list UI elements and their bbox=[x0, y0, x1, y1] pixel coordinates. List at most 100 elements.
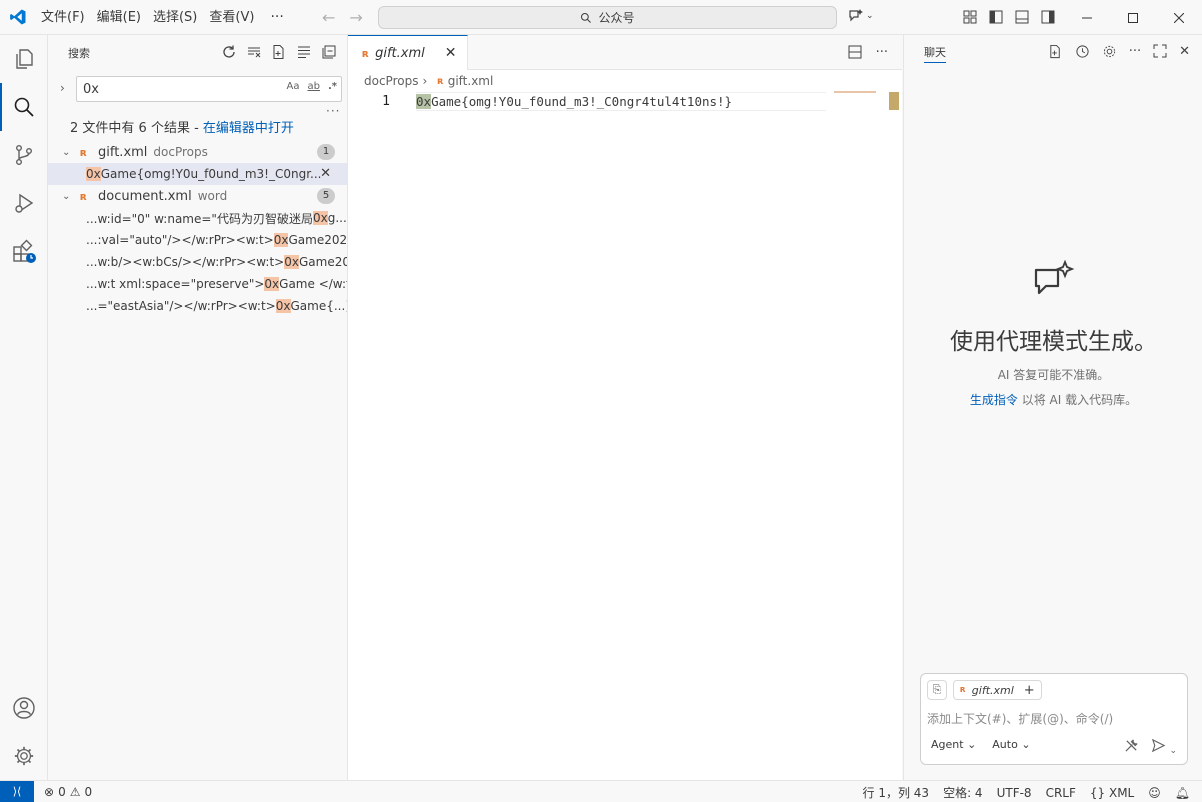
mode-picker[interactable]: Agent ⌄ bbox=[931, 738, 976, 751]
breadcrumb-file[interactable]: gift.xml bbox=[448, 74, 494, 88]
toggle-panel-icon[interactable] bbox=[1014, 9, 1030, 25]
command-center[interactable]: 公众号 bbox=[378, 6, 837, 29]
new-search-editor-icon[interactable] bbox=[271, 44, 287, 60]
back-arrow-icon[interactable]: ← bbox=[322, 8, 335, 27]
encoding[interactable]: UTF-8 bbox=[997, 786, 1032, 800]
match-prefix: ...w:b/><w:bCs/></w:rPr><w:t> bbox=[86, 255, 285, 269]
editor-area: ʀ gift.xml ✕ ··· docProps › ʀ gift.xml 1… bbox=[348, 35, 902, 780]
toggle-primary-sidebar-icon[interactable] bbox=[988, 9, 1004, 25]
toggle-replace-chevron-icon[interactable]: › bbox=[60, 81, 65, 95]
menu-selection[interactable]: 选择(S) bbox=[147, 0, 203, 35]
scrollbar-marker[interactable] bbox=[889, 92, 899, 110]
tab-label: gift.xml bbox=[375, 45, 425, 61]
more-actions-icon[interactable]: ··· bbox=[876, 45, 888, 60]
context-chip[interactable]: ʀ gift.xml + bbox=[953, 680, 1042, 700]
result-file-gift[interactable]: ⌄ ʀ gift.xml docProps 1 bbox=[48, 141, 347, 163]
menu-edit[interactable]: 编辑(E) bbox=[91, 0, 147, 35]
match-case-toggle[interactable]: Aa bbox=[287, 81, 300, 92]
forward-arrow-icon[interactable]: → bbox=[349, 8, 362, 27]
editor-tab[interactable]: ʀ gift.xml ✕ bbox=[348, 35, 468, 70]
generate-instructions-link[interactable]: 生成指令 bbox=[970, 393, 1018, 407]
match-suffix: Game{...}<... bbox=[290, 299, 348, 313]
send-button[interactable]: ⌄ bbox=[1151, 738, 1177, 756]
match-highlight: 0x bbox=[312, 211, 328, 225]
rss-xml-file-icon: ʀ bbox=[80, 189, 88, 203]
menu-file[interactable]: 文件(F) bbox=[35, 0, 91, 35]
open-in-editor-link[interactable]: 在编辑器中打开 bbox=[203, 121, 294, 136]
explorer-icon[interactable] bbox=[0, 35, 48, 83]
menu-more-button[interactable]: ··· bbox=[260, 9, 293, 25]
result-match[interactable]: 0x Game{omg!Y0u_f0und_m3!_C0ngr... ✕ bbox=[48, 163, 347, 185]
more-actions-icon[interactable]: ··· bbox=[1129, 44, 1141, 59]
split-editor-icon[interactable] bbox=[848, 45, 862, 59]
chat-panel: 聊天 ··· ✕ 使用代理模式生成。 AI 答复可能不准确。 生成指令 以将 A… bbox=[903, 35, 1202, 780]
chat-settings-gear-icon[interactable] bbox=[1102, 44, 1117, 59]
clear-results-icon[interactable] bbox=[246, 44, 262, 60]
result-match[interactable]: ...w:b/><w:bCs/></w:rPr><w:t>0xGame20... bbox=[48, 251, 347, 273]
rss-xml-file-icon: ʀ bbox=[437, 75, 444, 87]
minimap[interactable] bbox=[834, 91, 876, 93]
search-input[interactable] bbox=[77, 77, 267, 101]
close-tab-icon[interactable]: ✕ bbox=[445, 45, 457, 61]
close-panel-icon[interactable]: ✕ bbox=[1179, 44, 1190, 59]
history-icon[interactable] bbox=[1075, 44, 1090, 59]
code-line[interactable]: 1 0xGame{omg!Y0u_f0und_m3!_C0ngr4tul4t10… bbox=[348, 92, 828, 111]
chat-heading: 使用代理模式生成。 bbox=[950, 329, 1157, 355]
refresh-icon[interactable] bbox=[221, 44, 237, 60]
view-as-tree-icon[interactable] bbox=[296, 44, 312, 60]
add-context-plus-icon[interactable]: + bbox=[1024, 683, 1035, 698]
cursor-position[interactable]: 行 1，列 43 bbox=[863, 784, 930, 801]
result-match[interactable]: ...w:id="0" w:name="代码为刃智破迷局 0x g... bbox=[48, 207, 347, 229]
customize-layout-icon[interactable] bbox=[962, 9, 978, 25]
attach-context-icon[interactable]: ⎘ bbox=[927, 680, 947, 700]
result-file-document[interactable]: ⌄ ʀ document.xml word 5 bbox=[48, 185, 347, 207]
collapse-all-icon[interactable] bbox=[321, 44, 337, 60]
menu-view[interactable]: 查看(V) bbox=[203, 0, 260, 35]
minimize-icon[interactable] bbox=[1064, 0, 1110, 35]
rss-xml-file-icon: ʀ bbox=[80, 145, 88, 159]
source-control-icon[interactable] bbox=[0, 131, 48, 179]
line-match-highlight: 0x bbox=[416, 94, 432, 109]
chat-title[interactable]: 聊天 bbox=[924, 44, 946, 63]
problems-indicator[interactable]: ⊗ 0 ⚠ 0 bbox=[44, 785, 92, 799]
search-view-icon[interactable] bbox=[0, 83, 48, 131]
line-content[interactable]: 0xGame{omg!Y0u_f0und_m3!_C0ngr4tul4t10ns… bbox=[416, 92, 826, 111]
model-picker[interactable]: Auto ⌄ bbox=[992, 738, 1030, 751]
notifications-bell-icon[interactable]: 🔔︎ bbox=[1175, 786, 1190, 800]
copilot-button[interactable]: ⌄ bbox=[848, 8, 874, 24]
close-window-icon[interactable] bbox=[1156, 0, 1202, 35]
breadcrumb-folder[interactable]: docProps bbox=[364, 74, 418, 88]
result-match[interactable]: ...:val="auto"/></w:rPr><w:t>0xGame2025.… bbox=[48, 229, 347, 251]
editor-tabs: ʀ gift.xml ✕ ··· bbox=[348, 35, 902, 70]
run-debug-icon[interactable] bbox=[0, 179, 48, 227]
indentation[interactable]: 空格: 4 bbox=[943, 784, 983, 801]
accounts-icon[interactable] bbox=[0, 684, 48, 732]
result-match[interactable]: ...="eastAsia"/></w:rPr><w:t>0xGame{...}… bbox=[48, 295, 347, 317]
match-whole-word-toggle[interactable]: ab bbox=[307, 81, 319, 92]
line-ending[interactable]: CRLF bbox=[1046, 786, 1076, 800]
tools-icon[interactable] bbox=[1124, 738, 1139, 753]
chat-input[interactable]: 添加上下文(#)、扩展(@)、命令(/) bbox=[927, 710, 1113, 727]
remote-indicator-icon[interactable]: ⟩⟨ bbox=[0, 780, 34, 802]
chevron-down-icon: ⌄ bbox=[866, 11, 874, 21]
result-match[interactable]: ...w:t xml:space="preserve"> 0x Game </w:… bbox=[48, 273, 347, 295]
result-count-badge: 1 bbox=[317, 144, 335, 160]
toggle-search-details-icon[interactable]: ··· bbox=[326, 104, 340, 118]
rss-xml-file-icon: ʀ bbox=[362, 46, 370, 60]
match-suffix: Game </w:t... bbox=[279, 277, 347, 291]
settings-gear-icon[interactable] bbox=[0, 732, 48, 780]
dismiss-result-icon[interactable]: ✕ bbox=[320, 166, 331, 181]
new-chat-icon[interactable] bbox=[1048, 44, 1063, 59]
use-regex-toggle[interactable]: .* bbox=[328, 81, 337, 92]
extensions-icon[interactable] bbox=[0, 227, 48, 275]
maximize-panel-icon[interactable] bbox=[1153, 44, 1167, 58]
match-prefix: ...:val="auto"/></w:rPr><w:t> bbox=[86, 233, 274, 247]
search-options: Aa ab .* bbox=[287, 81, 337, 92]
chat-hint: 生成指令 以将 AI 载入代码库。 bbox=[904, 391, 1202, 408]
activity-bar bbox=[0, 35, 48, 780]
language-mode[interactable]: {} XML bbox=[1090, 786, 1134, 800]
toggle-secondary-sidebar-icon[interactable] bbox=[1040, 9, 1056, 25]
copilot-status-icon[interactable]: ☺ bbox=[1148, 786, 1161, 800]
match-highlight: 0x bbox=[86, 167, 101, 181]
maximize-icon[interactable] bbox=[1110, 0, 1156, 35]
